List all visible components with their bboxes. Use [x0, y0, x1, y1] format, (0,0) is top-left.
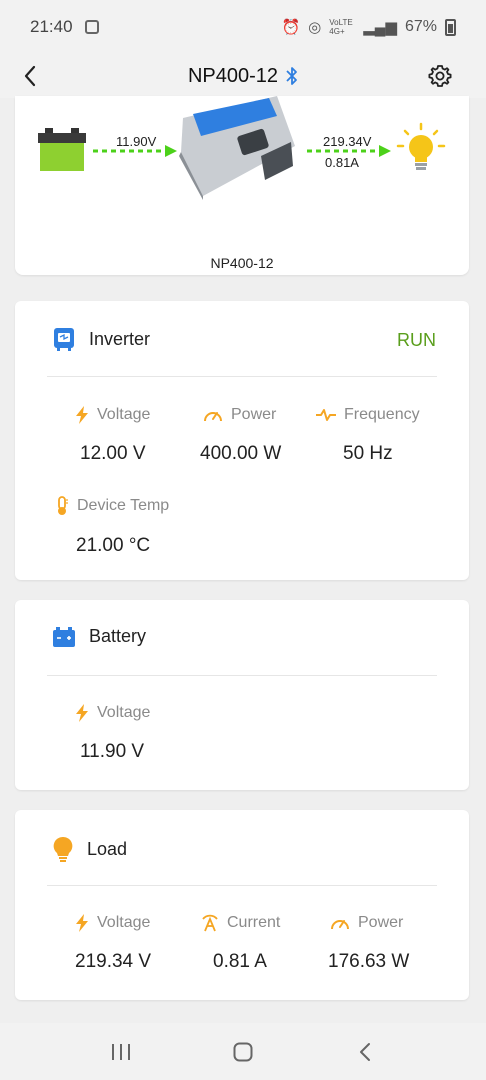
- load-card: Load Voltage 219.34 V Current 0.81 A Pow…: [15, 810, 469, 1000]
- current-icon: [202, 914, 218, 932]
- signal-icon: ▂▄▆: [363, 19, 397, 36]
- load-title: Load: [87, 838, 128, 859]
- inverter-temp-metric: Device Temp 21.00 °C: [55, 496, 235, 557]
- status-bar: 21:40 ⏰ ◎ VoLTE 4G+ ▂▄▆ 67%: [0, 0, 486, 54]
- status-time: 21:40: [30, 17, 73, 36]
- status-icons: ⏰ ◎ VoLTE 4G+ ▂▄▆ 67%: [281, 18, 456, 36]
- system-nav-bar: [0, 1023, 486, 1080]
- gauge-icon: [331, 920, 349, 930]
- gear-icon: [428, 65, 452, 87]
- title-wrap: NP400-12: [188, 65, 298, 88]
- thermometer-icon: [58, 496, 68, 515]
- page-title: NP400-12: [187, 64, 279, 87]
- bluetooth-icon: [286, 67, 297, 85]
- pulse-icon: [316, 409, 336, 421]
- bolt-icon: [76, 406, 88, 424]
- metric-value: 176.63 W: [328, 951, 410, 972]
- metric-label: Frequency: [344, 406, 420, 423]
- metric-label: Power: [358, 914, 404, 931]
- device-name-label: NP400-12: [210, 255, 274, 271]
- settings-button[interactable]: [424, 60, 456, 92]
- recent-apps-icon: [112, 1043, 130, 1060]
- battery-card: Battery Voltage 11.90 V: [15, 600, 469, 790]
- inverter-icon: [54, 328, 74, 351]
- hotspot-icon: ◎: [308, 19, 322, 36]
- battery-percent: 67%: [404, 18, 437, 35]
- output-flow-arrow: [307, 145, 391, 157]
- chevron-left-icon: [24, 65, 36, 87]
- inverter-device-image: [179, 96, 295, 200]
- inverter-header: Inverter: [53, 327, 150, 351]
- inverter-status-badge: RUN: [397, 330, 436, 350]
- inverter-title: Inverter: [89, 328, 151, 349]
- metric-value: 11.90 V: [80, 741, 145, 762]
- battery-icon: [53, 626, 75, 647]
- battery-icon: [445, 18, 456, 36]
- metric-label: Voltage: [97, 406, 151, 423]
- lightbulb-icon: [53, 836, 73, 862]
- energy-flow-card: 11.90V 219.34V 0.81A NP400-12: [15, 96, 469, 275]
- notification-icon: [84, 20, 99, 34]
- battery-header: Battery: [53, 626, 146, 647]
- load-divider: [47, 885, 437, 886]
- load-header: Load: [53, 836, 127, 862]
- back-button[interactable]: [12, 58, 48, 94]
- battery-divider: [47, 675, 437, 676]
- battery-image: [38, 128, 86, 171]
- bolt-icon: [76, 914, 88, 932]
- battery-voltage-metric: Voltage 11.90 V: [75, 704, 225, 763]
- inverter-divider: [47, 376, 437, 377]
- network-label: VoLTE 4G+: [329, 18, 353, 36]
- alarm-icon: ⏰: [281, 19, 301, 36]
- output-current-label: 0.81A: [325, 155, 359, 170]
- lightbulb-icon: [396, 122, 446, 170]
- gauge-icon: [204, 412, 222, 422]
- input-flow-arrow: [93, 145, 177, 157]
- home-button[interactable]: [219, 1032, 267, 1072]
- metric-label: Voltage: [97, 914, 151, 931]
- app-bar: NP400-12: [0, 54, 486, 98]
- metric-label: Current: [227, 914, 281, 931]
- load-power-metric: Power 176.63 W: [328, 914, 480, 973]
- bolt-icon: [76, 704, 88, 722]
- home-icon: [233, 1042, 253, 1061]
- inverter-card: Inverter RUN Voltage 12.00 V Power 400.0…: [15, 301, 469, 580]
- inverter-frequency-metric: Frequency 50 Hz: [316, 406, 466, 465]
- system-back-button[interactable]: [341, 1032, 389, 1072]
- battery-title: Battery: [89, 626, 147, 646]
- metric-label: Power: [231, 406, 277, 423]
- metric-value: 50 Hz: [343, 443, 393, 464]
- metric-label: Device Temp: [77, 497, 170, 514]
- recent-apps-button[interactable]: [97, 1032, 145, 1072]
- metric-value: 21.00 °C: [76, 535, 151, 556]
- metric-label: Voltage: [97, 704, 151, 721]
- back-arrow-icon: [360, 1042, 370, 1061]
